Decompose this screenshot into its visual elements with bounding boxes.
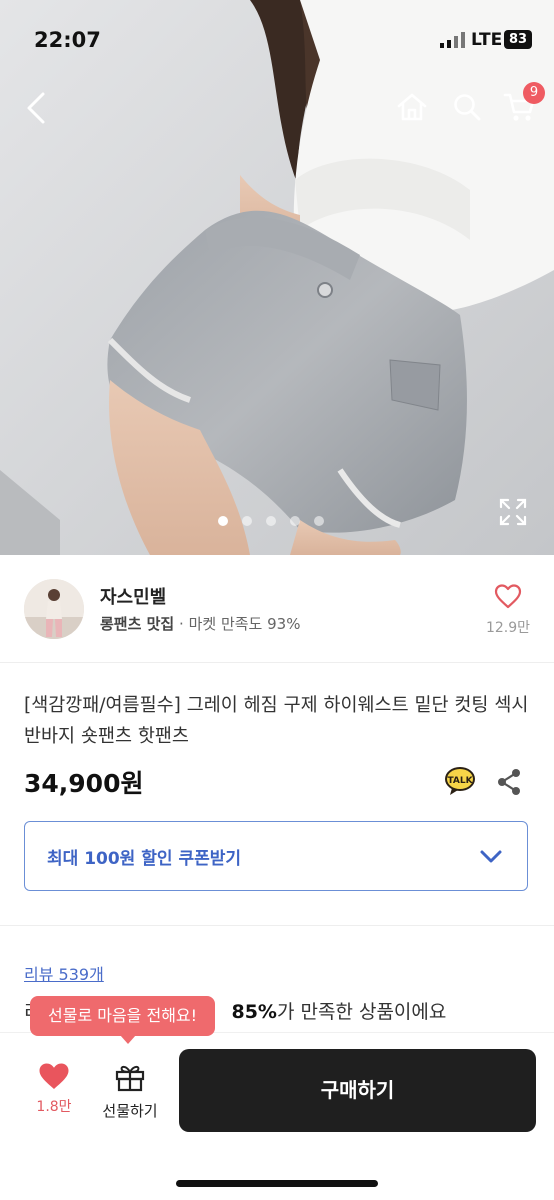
seller-avatar[interactable] (24, 579, 84, 639)
section-divider (0, 925, 554, 926)
talk-badge-text: TALK (447, 776, 473, 786)
cart-count-badge: 9 (523, 82, 545, 104)
seller-like-count: 12.9만 (485, 620, 531, 636)
gift-tooltip[interactable]: 선물로 마음을 전해요! (30, 996, 216, 1044)
gift-label: 선물하기 (102, 1102, 158, 1120)
status-bar: 22:07 LTE 83 (0, 0, 554, 70)
gallery-dot[interactable] (218, 516, 228, 526)
seller-separator: · (179, 615, 184, 633)
gift-icon (115, 1065, 145, 1092)
review-count-link[interactable]: 리뷰 539개 (24, 961, 104, 985)
product-image-gallery[interactable]: 22:07 LTE 83 9 (0, 0, 554, 555)
chevron-left-icon (27, 92, 45, 124)
gift-button[interactable]: 선물하기 (96, 1062, 164, 1121)
seller-info: 롱팬츠 맛집 · 마켓 만족도 93% (100, 613, 300, 634)
battery-icon: 83 (504, 30, 532, 49)
share-icon[interactable] (496, 768, 522, 796)
wishlist-count: 1.8만 (36, 1099, 72, 1115)
back-button[interactable] (18, 88, 54, 128)
buy-button[interactable]: 구매하기 (179, 1049, 536, 1132)
seller-tagline: 롱팬츠 맛집 (100, 615, 175, 633)
expand-icon[interactable] (499, 498, 527, 526)
coupon-label: 최대 100원 할인 쿠폰받기 (47, 849, 242, 869)
signal-icon (440, 32, 465, 48)
review-summary-percent: 85% (231, 1001, 277, 1023)
wishlist-button[interactable]: 1.8만 (28, 1062, 80, 1116)
seller-row[interactable]: 자스민벨 롱팬츠 맛집 · 마켓 만족도 93% 12.9만 (0, 555, 554, 663)
network-label: LTE (471, 30, 503, 50)
kakao-talk-icon[interactable]: TALK (444, 766, 476, 796)
heart-filled-icon (39, 1063, 69, 1089)
status-time: 22:07 (34, 28, 101, 52)
home-icon (397, 93, 427, 121)
search-button[interactable] (448, 88, 486, 126)
search-icon (454, 94, 481, 121)
review-summary-suffix: 가 만족한 상품이에요 (276, 1001, 447, 1023)
gallery-dot[interactable] (314, 516, 324, 526)
heart-outline-icon (494, 584, 522, 609)
product-title: [색감깡패/여름필수] 그레이 헤짐 구제 하이웨스트 밑단 컷팅 섹시 반바지… (24, 695, 529, 747)
product-price: 34,900원 (24, 769, 144, 798)
gallery-dot[interactable] (290, 516, 300, 526)
product-photo (0, 0, 554, 555)
seller-name[interactable]: 자스민벨 (100, 583, 166, 609)
gallery-dot[interactable] (266, 516, 276, 526)
gallery-dot[interactable] (242, 516, 252, 526)
chevron-down-icon (480, 850, 502, 863)
seller-like-button[interactable]: 12.9만 (480, 583, 536, 637)
seller-avatar-image (24, 579, 84, 639)
coupon-button[interactable]: 최대 100원 할인 쿠폰받기 (24, 821, 528, 891)
home-button[interactable] (393, 88, 431, 126)
seller-satisfaction: 마켓 만족도 93% (188, 615, 301, 633)
gallery-pagination (218, 516, 324, 526)
home-indicator (176, 1180, 378, 1187)
